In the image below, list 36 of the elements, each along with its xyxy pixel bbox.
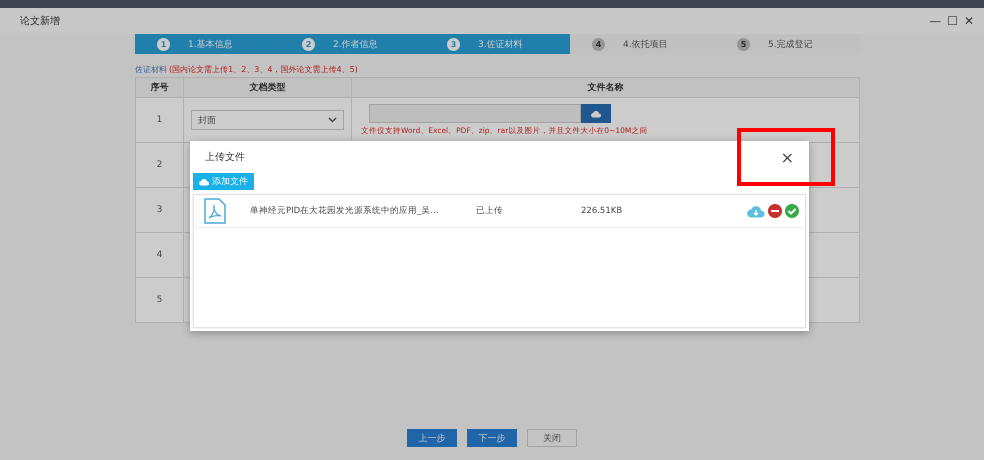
cloud-icon	[591, 110, 601, 118]
step-tab[interactable]: 1 1.基本信息	[135, 34, 280, 54]
upload-status: 已上传	[476, 205, 504, 217]
doc-type-select[interactable]: 封面	[191, 110, 344, 130]
file-field[interactable]	[369, 104, 581, 123]
window-control[interactable]: ☐	[947, 14, 958, 28]
row-number: 5	[156, 295, 162, 305]
step-tab[interactable]: 4 4.依托项目	[570, 34, 715, 54]
file-size: 226.51KB	[581, 206, 624, 216]
cloud-icon	[199, 178, 209, 186]
footer-button[interactable]: 关闭	[527, 429, 577, 447]
step-tab[interactable]: 5 5.完成登记	[715, 34, 860, 54]
window-control[interactable]: —	[929, 14, 942, 28]
dialog-title: 上传文件	[205, 150, 245, 164]
section-title: 佐证材料	[135, 65, 167, 74]
row-number: 3	[156, 205, 162, 215]
caret-icon	[328, 117, 337, 123]
row-number: 2	[156, 160, 162, 170]
pdf-file-icon	[204, 198, 226, 224]
remove-icon[interactable]	[768, 204, 782, 218]
file-name: 单神经元PID在大花园发光源系统中的应用_吴...	[250, 205, 440, 217]
section-note: (国内论文需上传1、2、3、4，国外论文需上传4、5)	[169, 65, 358, 74]
window-title: 论文新增	[20, 14, 60, 28]
column-header: 序号	[150, 83, 168, 93]
row-number: 1	[156, 115, 162, 125]
upload-button[interactable]	[581, 104, 611, 123]
close-button[interactable]: ×	[778, 148, 796, 166]
window-control[interactable]: ✕	[964, 14, 974, 28]
check-icon[interactable]	[785, 204, 799, 218]
step-tab[interactable]: 3 3.佐证材料	[425, 34, 570, 54]
footer-button[interactable]: 上一步	[407, 429, 457, 447]
column-header: 文件名称	[588, 83, 624, 93]
step-tab[interactable]: 2 2.作者信息	[280, 34, 425, 54]
column-header: 文档类型	[250, 83, 286, 93]
row-number: 4	[156, 250, 162, 260]
footer-button[interactable]: 下一步	[467, 429, 517, 447]
